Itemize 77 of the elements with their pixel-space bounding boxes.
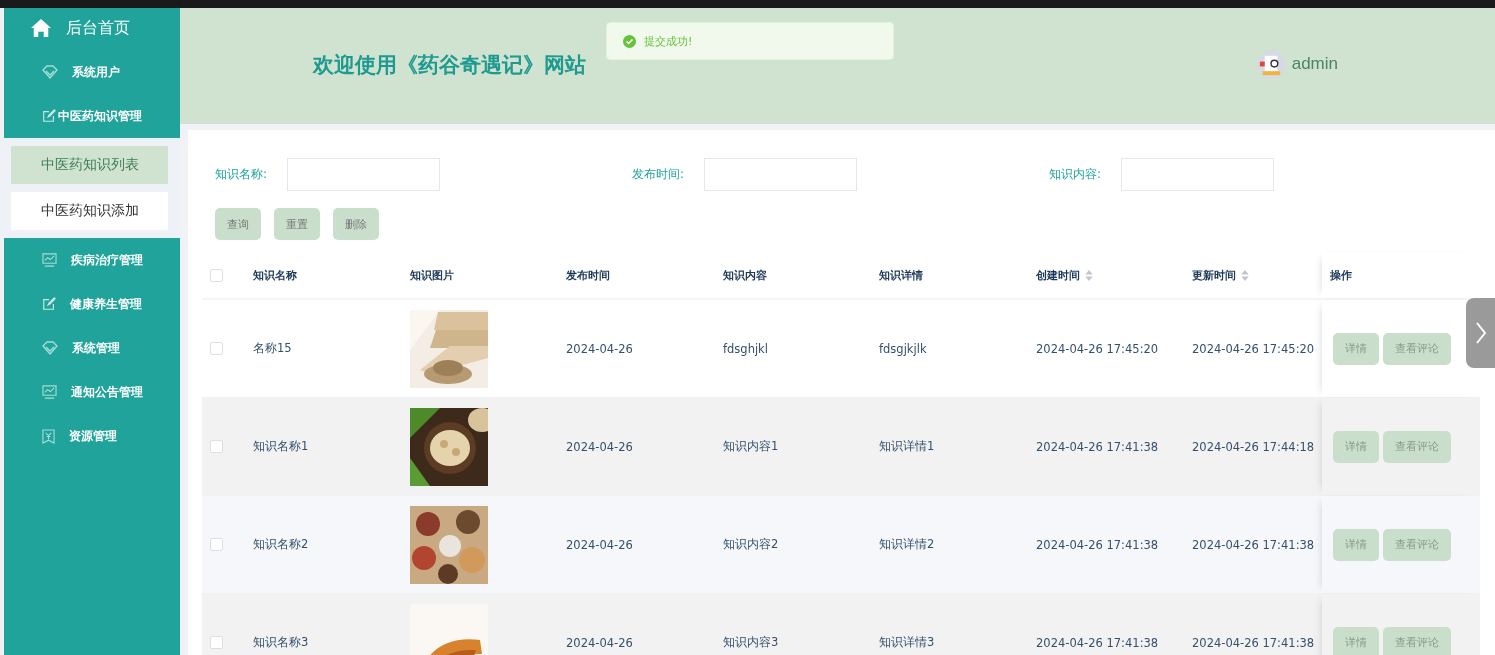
column-header[interactable]: 创建时间 (1036, 267, 1080, 283)
checkbox[interactable] (210, 636, 223, 649)
table-cell: 2024-04-26 17:45:20 (1036, 341, 1159, 356)
checkbox[interactable] (210, 440, 223, 453)
edit-icon (42, 297, 56, 311)
menu-item[interactable]: 通知公告管理 (4, 370, 180, 414)
table-cell: 知识内容2 (723, 537, 779, 552)
checkbox[interactable] (210, 538, 223, 551)
row-action-button[interactable]: 查看评论 (1383, 332, 1451, 365)
search-field[interactable] (704, 158, 857, 191)
table-cell: 2024-04-26 (566, 439, 633, 454)
menu-item[interactable]: 健康养生管理 (4, 282, 180, 326)
table-cell: 2024-04-26 17:41:38 (1192, 537, 1315, 552)
chart-icon (42, 253, 57, 267)
money-icon (42, 428, 55, 444)
field-label: 发布时间: (632, 166, 686, 183)
table-cell: 知识详情3 (879, 635, 935, 650)
sort-icon[interactable] (1085, 269, 1093, 281)
table-cell: fdsghjkl (723, 341, 768, 356)
column-header: 知识图片 (410, 267, 454, 283)
menu-item[interactable]: 疾病治疗管理 (4, 238, 180, 282)
check-circle-icon (623, 34, 636, 48)
column-header: 知识名称 (253, 267, 297, 283)
table-cell: 2024-04-26 (566, 537, 633, 552)
site-title: 欢迎使用《药谷奇遇记》网站 (313, 52, 586, 79)
diamond-icon (42, 65, 58, 79)
submenu-item[interactable]: 中医药知识添加 (11, 192, 168, 230)
next-button[interactable] (1466, 298, 1495, 368)
table-cell: 知识内容1 (723, 439, 779, 454)
row-action-button[interactable]: 查看评论 (1383, 430, 1451, 463)
diamond-icon (42, 341, 58, 355)
field-label: 知识内容: (1049, 166, 1103, 183)
chevron-right-icon (1474, 321, 1487, 345)
table-cell: 知识名称3 (253, 635, 309, 650)
table-cell: 2024-04-26 17:45:20 (1192, 341, 1315, 356)
table-cell: 2024-04-26 (566, 635, 633, 650)
table-cell: 知识名称2 (253, 537, 309, 552)
home-icon (30, 18, 52, 38)
checkbox[interactable] (210, 268, 223, 282)
table-cell: 2024-04-26 17:44:18 (1192, 439, 1315, 454)
table-cell: 2024-04-26 17:41:38 (1036, 635, 1159, 650)
action-button[interactable]: 查询 (215, 208, 261, 240)
menu-item[interactable]: 中医药知识管理 (4, 94, 180, 138)
table-cell: 名称15 (253, 341, 292, 356)
table-cell: 2024-04-26 (566, 341, 633, 356)
chart-icon (42, 385, 57, 399)
sort-icon[interactable] (1241, 269, 1249, 281)
table-cell: 知识详情1 (879, 439, 935, 454)
menu-item[interactable]: 系统用户 (4, 50, 180, 94)
column-header: 知识内容 (723, 267, 767, 283)
search-field[interactable] (287, 158, 440, 191)
submenu-item[interactable]: 中医药知识列表 (11, 146, 168, 184)
avatar-icon (1256, 49, 1286, 79)
action-button[interactable]: 删除 (333, 208, 379, 240)
table-cell: 知识名称1 (253, 439, 309, 454)
row-action-button[interactable]: 查看评论 (1383, 626, 1451, 655)
success-toast: 提交成功! (606, 22, 894, 60)
menu-item[interactable]: 系统管理 (4, 326, 180, 370)
table-cell: fdsgjkjlk (879, 341, 927, 356)
column-header: 操作 (1330, 267, 1352, 283)
table-cell: 2024-04-26 17:41:38 (1192, 635, 1315, 650)
action-button[interactable]: 重置 (274, 208, 320, 240)
table-cell: 知识内容3 (723, 635, 779, 650)
column-header: 知识详情 (879, 267, 923, 283)
field-label: 知识名称: (215, 166, 269, 183)
table-cell: 2024-04-26 17:41:38 (1036, 439, 1159, 454)
menu-item[interactable]: 资源管理 (4, 414, 180, 458)
table-cell: 知识详情2 (879, 537, 935, 552)
search-field[interactable] (1121, 158, 1274, 191)
row-action-button[interactable]: 查看评论 (1383, 528, 1451, 561)
home-link[interactable]: 后台首页 (4, 6, 180, 50)
edit-icon (42, 109, 56, 123)
column-header: 发布时间 (566, 267, 610, 283)
table-cell: 2024-04-26 17:41:38 (1036, 537, 1159, 552)
column-header[interactable]: 更新时间 (1192, 267, 1236, 283)
checkbox[interactable] (210, 342, 223, 355)
user-name: admin (1291, 54, 1338, 74)
